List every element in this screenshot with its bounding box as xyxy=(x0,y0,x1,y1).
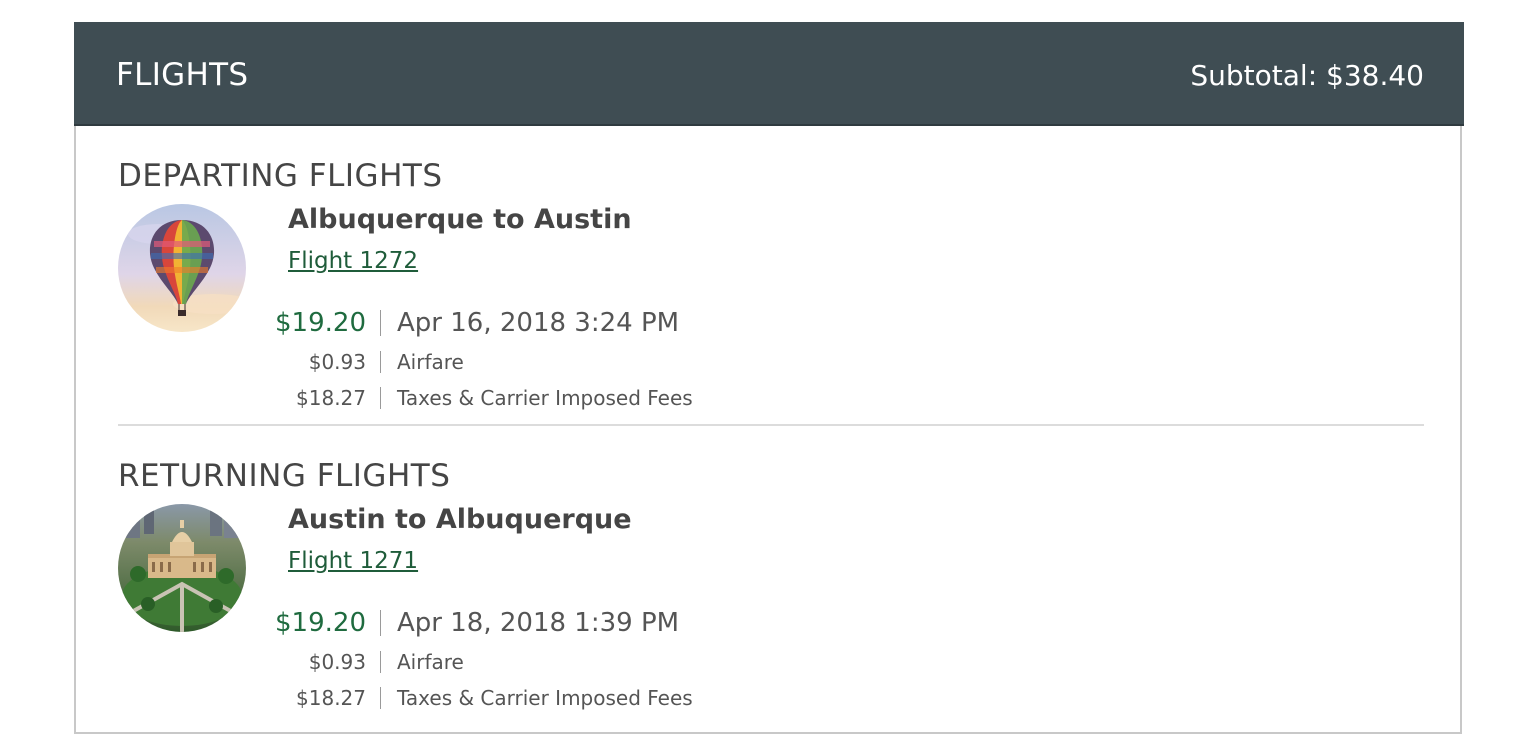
airfare-row: $0.93 Airfare xyxy=(118,350,464,374)
taxes-label: Taxes & Carrier Imposed Fees xyxy=(397,386,693,410)
flight-number-link[interactable]: Flight 1272 xyxy=(288,246,418,276)
flights-panel: FLIGHTS Subtotal: $38.40 DEPARTING FLIGH… xyxy=(74,22,1464,734)
taxes-amount: $18.27 xyxy=(296,686,366,710)
separator xyxy=(380,687,381,709)
airfare-label: Airfare xyxy=(397,650,464,674)
flight-price-row: $19.20 Apr 16, 2018 3:24 PM xyxy=(118,308,679,338)
section-heading: RETURNING FLIGHTS xyxy=(118,458,451,494)
departing-flights-section: DEPARTING FLIGHTS Albuquerque to Austin … xyxy=(118,156,1424,416)
separator xyxy=(380,610,381,636)
flight-total-price: $19.20 xyxy=(275,308,366,338)
separator xyxy=(380,651,381,673)
taxes-amount: $18.27 xyxy=(296,386,366,410)
airfare-label: Airfare xyxy=(397,350,464,374)
subtotal-amount: Subtotal: $38.40 xyxy=(1190,59,1424,92)
flight-price-row: $19.20 Apr 18, 2018 1:39 PM xyxy=(118,608,679,638)
flight-datetime: Apr 18, 2018 1:39 PM xyxy=(397,608,680,638)
flights-header: FLIGHTS Subtotal: $38.40 xyxy=(74,22,1464,126)
airfare-row: $0.93 Airfare xyxy=(118,650,464,674)
section-heading: DEPARTING FLIGHTS xyxy=(118,158,443,194)
flight-number-link[interactable]: Flight 1271 xyxy=(288,546,418,576)
taxes-label: Taxes & Carrier Imposed Fees xyxy=(397,686,693,710)
separator xyxy=(380,310,381,336)
taxes-row: $18.27 Taxes & Carrier Imposed Fees xyxy=(118,386,693,410)
taxes-row: $18.27 Taxes & Carrier Imposed Fees xyxy=(118,686,693,710)
separator xyxy=(380,351,381,373)
panel-title: FLIGHTS xyxy=(116,57,249,93)
section-divider xyxy=(118,424,1424,426)
airfare-amount: $0.93 xyxy=(308,650,366,674)
returning-flights-section: RETURNING FLIGHTS Austin to Albuquerque … xyxy=(118,456,1424,716)
airfare-amount: $0.93 xyxy=(308,350,366,374)
route-title: Albuquerque to Austin xyxy=(288,204,632,235)
flight-datetime: Apr 16, 2018 3:24 PM xyxy=(397,308,680,338)
separator xyxy=(380,387,381,409)
route-title: Austin to Albuquerque xyxy=(288,504,632,535)
flight-total-price: $19.20 xyxy=(275,608,366,638)
